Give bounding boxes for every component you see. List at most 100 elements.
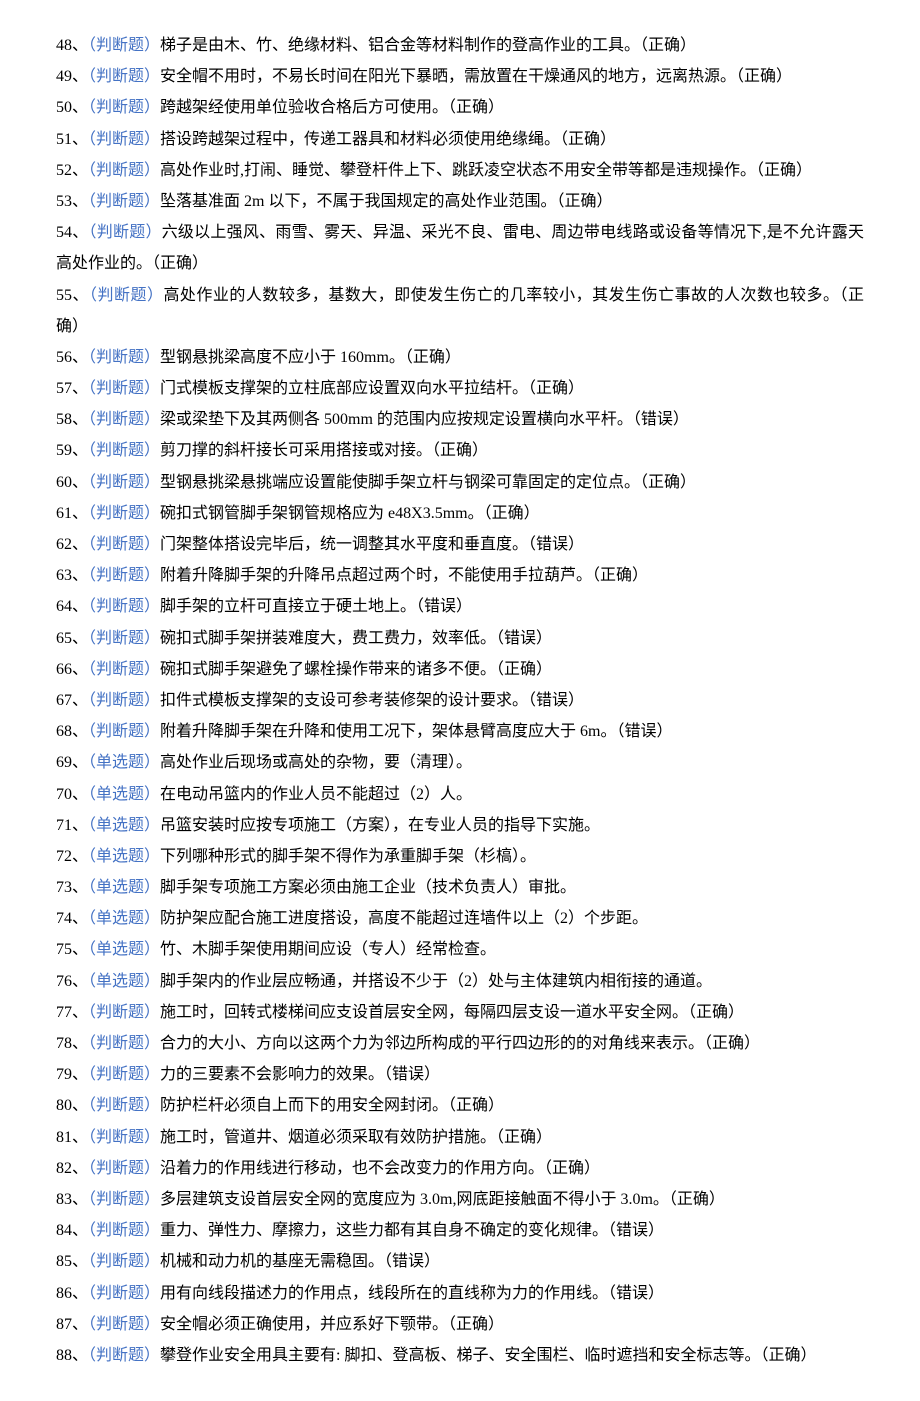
question-item: 84、（判断题）重力、弹性力、摩擦力，这些力都有其自身不确定的变化规律。（错误） <box>56 1215 864 1246</box>
question-number: 88、 <box>56 1347 88 1364</box>
question-text: 附着升降脚手架在升降和使用工况下，架体悬臂高度应大于 6m。（错误） <box>160 723 672 740</box>
question-number: 48、 <box>56 37 88 54</box>
question-text: 扣件式模板支撑架的支设可参考装修架的设计要求。（错误） <box>160 692 584 709</box>
question-item: 74、（单选题）防护架应配合施工进度搭设，高度不能超过连墙件以上（2）个步距。 <box>56 903 864 934</box>
question-text: 攀登作业安全用具主要有: 脚扣、登高板、梯子、安全围栏、临时遮挡和安全标志等。（… <box>160 1347 816 1364</box>
question-type-tag: （判断题） <box>88 536 160 553</box>
question-item: 82、（判断题）沿着力的作用线进行移动，也不会改变力的作用方向。（正确） <box>56 1153 864 1184</box>
question-text: 机械和动力机的基座无需稳固。（错误） <box>160 1253 440 1270</box>
question-item: 50、（判断题）跨越架经使用单位验收合格后方可使用。（正确） <box>56 92 864 123</box>
question-text: 剪刀撑的斜杆接长可采用搭接或对接。（正确） <box>160 442 488 459</box>
question-item: 71、（单选题）吊篮安装时应按专项施工（方案），在专业人员的指导下实施。 <box>56 810 864 841</box>
question-number: 53、 <box>56 193 88 210</box>
question-type-tag: （判断题） <box>88 1035 160 1052</box>
question-type-tag: （判断题） <box>88 442 160 459</box>
question-number: 73、 <box>56 879 88 896</box>
question-item: 79、（判断题）力的三要素不会影响力的效果。（错误） <box>56 1059 864 1090</box>
question-number: 79、 <box>56 1066 88 1083</box>
question-number: 66、 <box>56 661 88 678</box>
question-list: 48、 （判断题） 梯子是由木、竹、绝缘材料、铝合金等材料制作的登高作业的工具。（正… <box>56 30 864 1371</box>
question-item: 48、（判断题）梯子是由木、竹、绝缘材料、铝合金等材料制作的登高作业的工具。（正… <box>56 30 864 61</box>
question-text: 门架整体搭设完毕后，统一调整其水平度和垂直度。（错误） <box>160 536 584 553</box>
question-text: 合力的大小、方向以这两个力为邻边所构成的平行四边形的的对角线来表示。（正确） <box>160 1035 760 1052</box>
question-text: 坠落基准面 2m 以下，不属于我国规定的高处作业范围。（正确） <box>160 193 612 210</box>
question-type-tag: （判断题） <box>88 630 160 647</box>
question-item: 80、（判断题）防护栏杆必须自上而下的用安全网封闭。（正确） <box>56 1090 864 1121</box>
question-item: 85、（判断题）机械和动力机的基座无需稳固。（错误） <box>56 1246 864 1277</box>
question-text: 脚手架内的作业层应畅通，并搭设不少于（2）处与主体建筑内相衔接的通道。 <box>160 973 712 990</box>
question-text: 在电动吊篮内的作业人员不能超过（2）人。 <box>160 786 472 803</box>
question-number: 63、 <box>56 567 88 584</box>
question-number: 84、 <box>56 1222 88 1239</box>
question-item: 57、（判断题）门式模板支撑架的立柱底部应设置双向水平拉结杆。（正确） <box>56 373 864 404</box>
question-number: 80、 <box>56 1097 88 1114</box>
question-type-tag: （判断题） <box>88 474 160 491</box>
question-type-tag: （判断题） <box>88 1347 160 1364</box>
question-number: 77、 <box>56 1004 88 1021</box>
question-number: 82、 <box>56 1160 88 1177</box>
question-item: 60、（判断题）型钢悬挑梁悬挑端应设置能使脚手架立杆与钢梁可靠固定的定位点。（正… <box>56 467 864 498</box>
question-item: 56、（判断题）型钢悬挑梁高度不应小于 160mm。（正确） <box>56 342 864 373</box>
question-item: 64、（判断题）脚手架的立杆可直接立于硬土地上。（错误） <box>56 591 864 622</box>
question-number: 72、 <box>56 848 88 865</box>
question-item: 53、（判断题）坠落基准面 2m 以下，不属于我国规定的高处作业范围。（正确） <box>56 186 864 217</box>
question-type-tag: （判断题） <box>88 505 160 522</box>
question-type-tag: （判断题） <box>88 349 160 366</box>
question-number: 54、 <box>56 224 88 241</box>
question-number: 61、 <box>56 505 88 522</box>
question-type-tag: （判断题） <box>88 1191 160 1208</box>
question-text: 跨越架经使用单位验收合格后方可使用。（正确） <box>160 99 504 116</box>
question-number: 55、 <box>56 287 89 304</box>
question-type-tag: （判断题） <box>88 1066 160 1083</box>
question-item: 63、（判断题）附着升降脚手架的升降吊点超过两个时，不能使用手拉葫芦。（正确） <box>56 560 864 591</box>
question-type-tag: （判断题） <box>88 692 160 709</box>
question-text: 吊篮安装时应按专项施工（方案），在专业人员的指导下实施。 <box>160 817 600 834</box>
question-type-tag: （判断题） <box>88 1285 160 1302</box>
question-type-tag: （判断题） <box>88 131 160 148</box>
question-text: 脚手架的立杆可直接立于硬土地上。（错误） <box>160 598 472 615</box>
question-type-tag: （单选题） <box>88 786 160 803</box>
question-text: 梯子是由木、竹、绝缘材料、铝合金等材料制作的登高作业的工具。（正确） <box>160 37 696 54</box>
question-number: 86、 <box>56 1285 88 1302</box>
question-type-tag: （单选题） <box>88 848 160 865</box>
question-number: 60、 <box>56 474 88 491</box>
question-type-tag: （判断题） <box>88 567 160 584</box>
question-item: 52、（判断题）高处作业时,打闹、睡觉、攀登杆件上下、跳跃凌空状态不用安全带等都… <box>56 155 864 186</box>
question-type-tag: （判断题） <box>88 224 161 241</box>
question-number: 56、 <box>56 349 88 366</box>
question-type-tag: （判断题） <box>88 193 160 210</box>
question-text: 重力、弹性力、摩擦力，这些力都有其自身不确定的变化规律。（错误） <box>160 1222 664 1239</box>
question-item: 68、（判断题）附着升降脚手架在升降和使用工况下，架体悬臂高度应大于 6m。（错… <box>56 716 864 747</box>
question-text: 梁或梁垫下及其两侧各 500mm 的范围内应按规定设置横向水平杆。（错误） <box>160 411 689 428</box>
question-text: 碗扣式钢管脚手架钢管规格应为 e48X3.5mm。（正确） <box>160 505 540 522</box>
question-type-tag: （判断题） <box>89 287 163 304</box>
question-item: 66、（判断题）碗扣式脚手架避免了螺栓操作带来的诸多不便。（正确） <box>56 654 864 685</box>
question-number: 59、 <box>56 442 88 459</box>
question-item: 49、（判断题）安全帽不用时，不易长时间在阳光下暴晒，需放置在干燥通风的地方，远… <box>56 61 864 92</box>
question-text: 六级以上强风、雨雪、雾天、异温、采光不良、雷电、周边带电线路或设备等情况下,是不… <box>56 224 864 272</box>
question-number: 78、 <box>56 1035 88 1052</box>
question-item: 75、（单选题）竹、木脚手架使用期间应设（专人）经常检查。 <box>56 934 864 965</box>
question-text: 脚手架专项施工方案必须由施工企业（技术负责人）审批。 <box>160 879 576 896</box>
question-item: 62、（判断题）门架整体搭设完毕后，统一调整其水平度和垂直度。（错误） <box>56 529 864 560</box>
question-number: 57、 <box>56 380 88 397</box>
question-type-tag: （判断题） <box>88 1253 160 1270</box>
question-type-tag: （判断题） <box>88 411 160 428</box>
question-text: 防护架应配合施工进度搭设，高度不能超过连墙件以上（2）个步距。 <box>160 910 648 927</box>
question-number: 76、 <box>56 973 88 990</box>
question-type-tag: （单选题） <box>88 941 160 958</box>
question-item: 78、（判断题）合力的大小、方向以这两个力为邻边所构成的平行四边形的的对角线来表… <box>56 1028 864 1059</box>
question-text: 碗扣式脚手架避免了螺栓操作带来的诸多不便。（正确） <box>160 661 552 678</box>
question-text: 施工时，管道井、烟道必须采取有效防护措施。（正确） <box>160 1129 552 1146</box>
question-number: 71、 <box>56 817 88 834</box>
question-type-tag: （判断题） <box>88 1222 160 1239</box>
question-item: 73、（单选题）脚手架专项施工方案必须由施工企业（技术负责人）审批。 <box>56 872 864 903</box>
question-text: 搭设跨越架过程中，传递工器具和材料必须使用绝缘绳。（正确） <box>160 131 616 148</box>
question-text: 施工时，回转式楼梯间应支设首层安全网，每隔四层支设一道水平安全网。（正确） <box>160 1004 744 1021</box>
question-number: 69、 <box>56 754 88 771</box>
question-type-tag: （判断题） <box>88 1097 160 1114</box>
question-type-tag: （单选题） <box>88 910 160 927</box>
question-type-tag: （单选题） <box>88 973 160 990</box>
question-number: 74、 <box>56 910 88 927</box>
question-number: 68、 <box>56 723 88 740</box>
